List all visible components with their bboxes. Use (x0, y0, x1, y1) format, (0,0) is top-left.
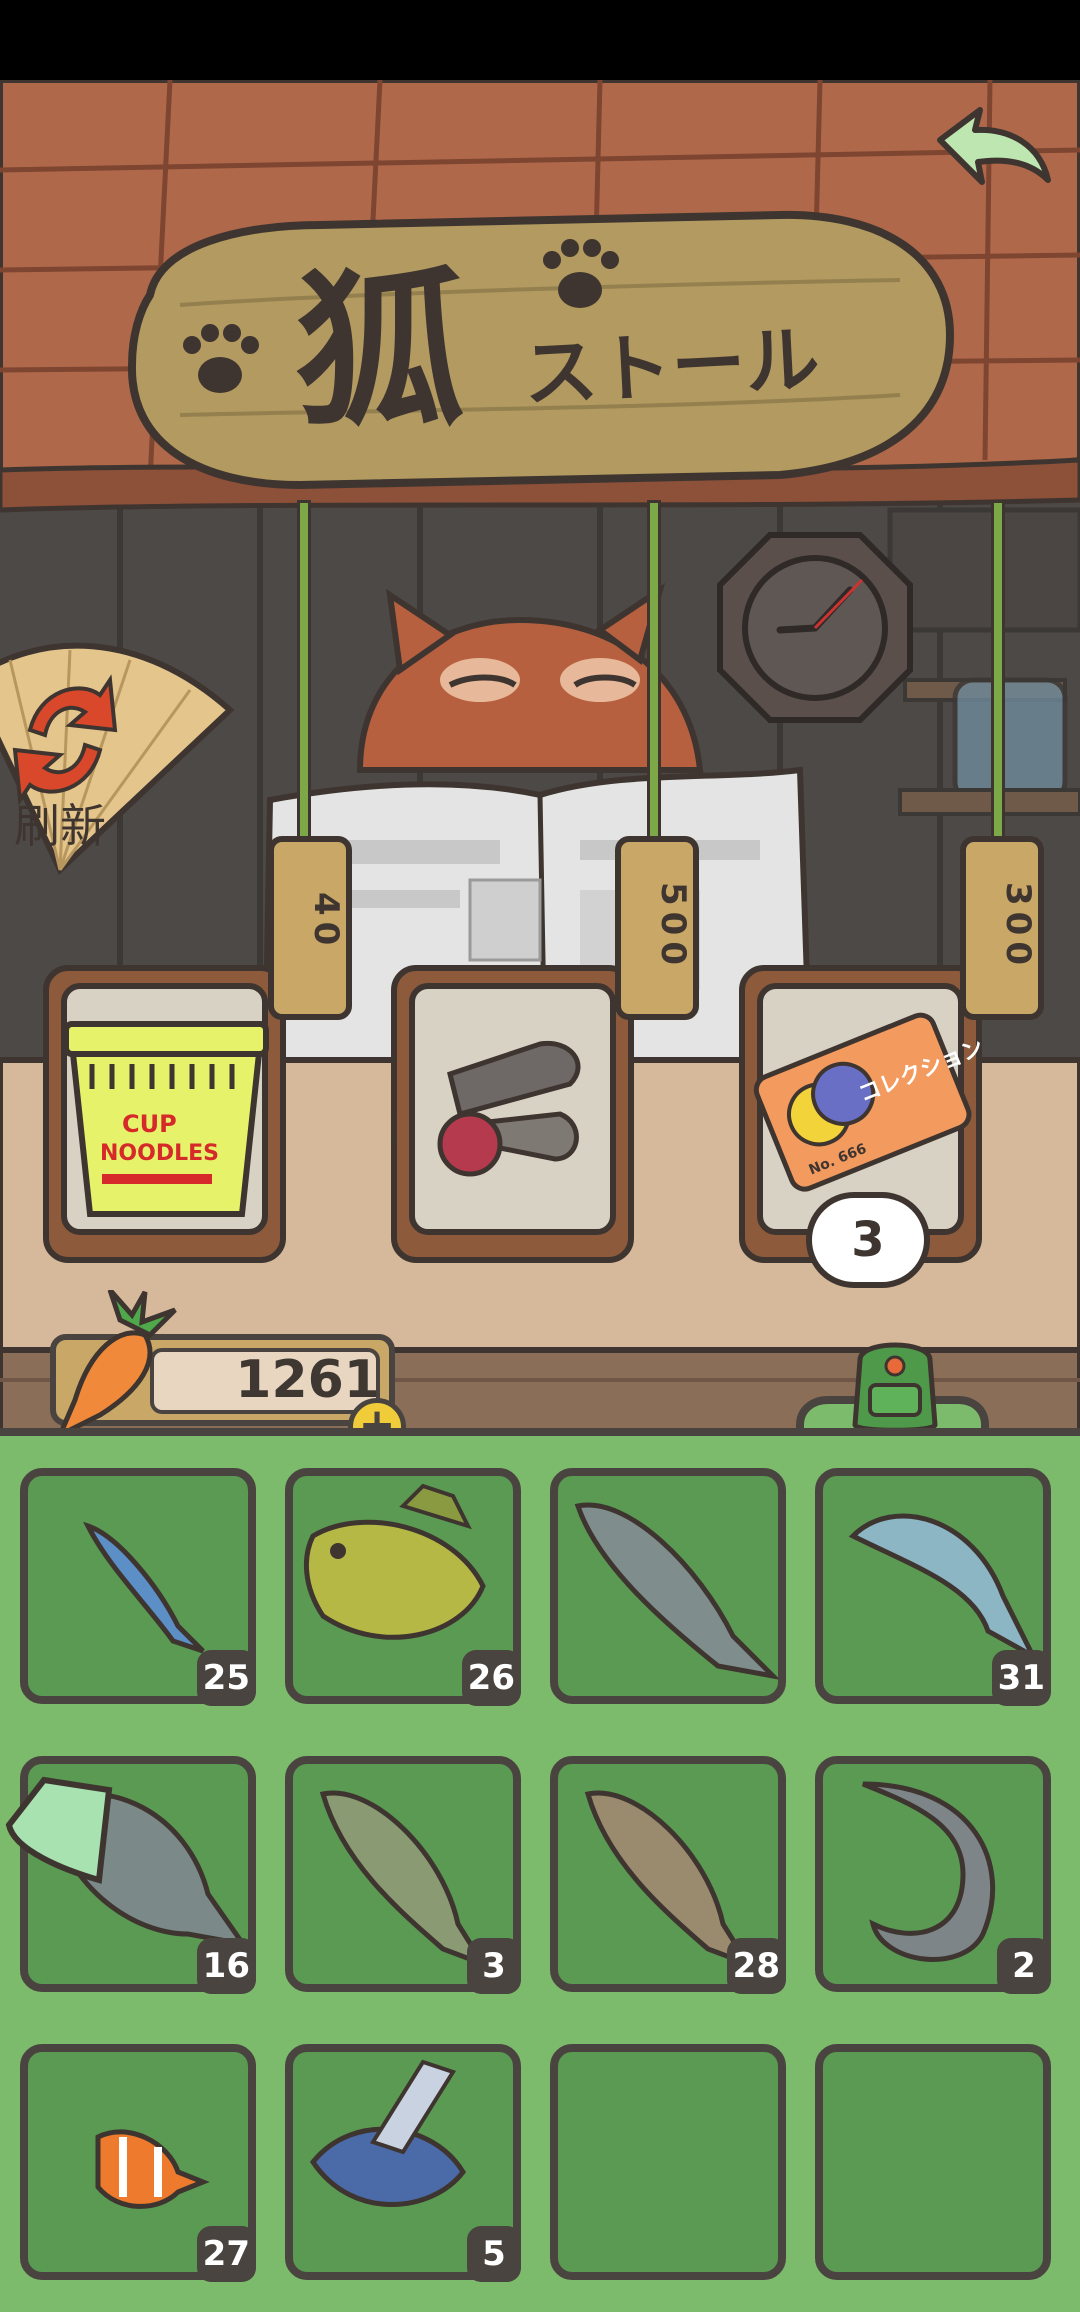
backpack-icon (852, 1342, 938, 1433)
inventory-slot[interactable]: 3 (285, 1756, 521, 1994)
shop-item-bait[interactable] (390, 964, 635, 1264)
item-count: 31 (991, 1650, 1051, 1706)
inventory-slot[interactable]: 25 (20, 1468, 256, 1706)
price-text: 500 (653, 882, 693, 971)
pointer-cursor (4, 1770, 114, 1890)
item-quantity-bubble: 3 (806, 1192, 930, 1288)
sign-katakana: ストール (521, 317, 821, 418)
price-string (297, 500, 311, 850)
inventory-slot[interactable]: 28 (550, 1756, 786, 1994)
inventory-slot[interactable]: 2 (815, 1756, 1051, 1994)
item-count: 26 (461, 1650, 521, 1706)
inventory-slot[interactable]: 27 (20, 2044, 256, 2282)
item-count: 27 (196, 2226, 256, 2282)
price-text: 40 (306, 892, 346, 952)
price-string (991, 500, 1005, 850)
price-string (647, 500, 661, 850)
refresh-label: 刷新 (14, 799, 106, 853)
price-tag-cup-noodles: 40 (268, 836, 352, 1020)
carrot-amount: 1261 (235, 1350, 380, 1410)
sign-kanji: 狐 (295, 251, 465, 451)
item-count: 2 (997, 1938, 1051, 1994)
price-tag-ticket: 300 (960, 836, 1044, 1020)
shop-item-cup-noodles[interactable]: CUP NOODLES (42, 964, 287, 1264)
backpack-tab[interactable] (830, 1330, 960, 1440)
carrot-icon (55, 1290, 177, 1440)
shop-item-collection-ticket[interactable]: コレクション No. 666 3 (738, 964, 987, 1288)
inventory-slot-empty[interactable] (815, 2044, 1051, 2280)
carrot-counter: 1261 + (50, 1290, 406, 1456)
inventory-slot[interactable]: 26 (285, 1468, 521, 1706)
status-bar (0, 0, 1080, 80)
inventory-slot[interactable] (550, 1468, 786, 1704)
salmon-icon (574, 1502, 778, 1680)
item-count: 16 (196, 1938, 256, 1994)
price-tag-bait: 500 (615, 836, 699, 1020)
inventory-slot[interactable]: 5 (285, 2044, 521, 2282)
item-count: 28 (726, 1938, 786, 1994)
inventory-slot[interactable]: 31 (815, 1468, 1051, 1706)
inventory-slot-empty[interactable] (550, 2044, 786, 2280)
inventory-panel: 25 26 31 16 3 28 2 27 5 (0, 1428, 1080, 2312)
cup-noodles-label-1: CUP (122, 1110, 177, 1138)
shop-sign: 狐 ストール (120, 185, 960, 505)
price-text: 300 (998, 882, 1038, 971)
cup-noodles-label-2: NOODLES (100, 1141, 219, 1166)
item-count: 5 (467, 2226, 521, 2282)
refresh-button[interactable]: 刷新 (0, 640, 240, 880)
item-count: 25 (196, 1650, 256, 1706)
item-count: 3 (467, 1938, 521, 1994)
